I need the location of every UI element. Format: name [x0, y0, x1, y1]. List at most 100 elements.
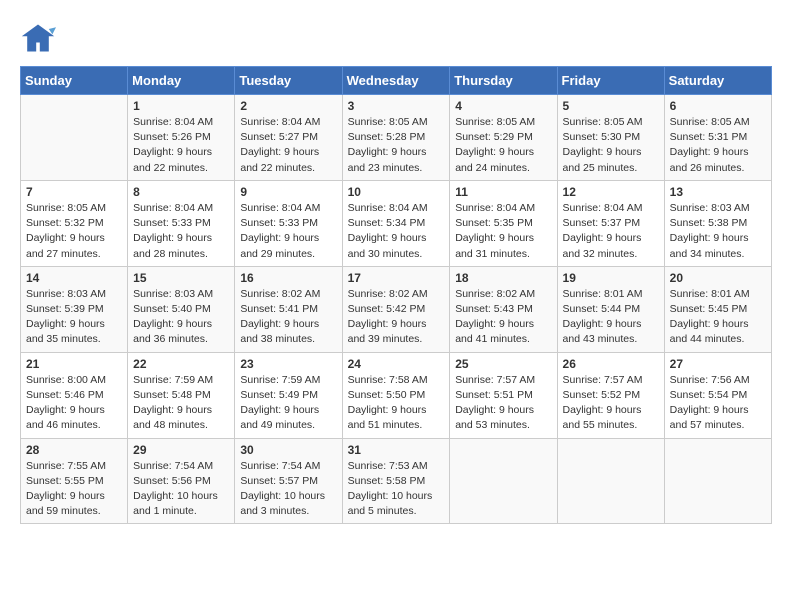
calendar-cell: 31 Sunrise: 7:53 AM Sunset: 5:58 PM Dayli…	[342, 438, 450, 524]
calendar-cell: 2 Sunrise: 8:04 AM Sunset: 5:27 PM Daylig…	[235, 95, 342, 181]
calendar-cell: 23 Sunrise: 7:59 AM Sunset: 5:49 PM Dayli…	[235, 352, 342, 438]
calendar-week-4: 21Sunrise: 8:00 AM Sunset: 5:46 PM Dayli…	[21, 352, 772, 438]
day-number: 6	[670, 99, 766, 113]
day-content: Sunrise: 7:57 AM Sunset: 5:52 PM Dayligh…	[563, 373, 659, 434]
day-number: 8	[133, 185, 229, 199]
day-content: Sunrise: 7:59 AM Sunset: 5:48 PM Dayligh…	[133, 373, 229, 434]
calendar-cell: 1Sunrise: 8:04 AM Sunset: 5:26 PM Daylig…	[128, 95, 235, 181]
calendar-week-1: 1Sunrise: 8:04 AM Sunset: 5:26 PM Daylig…	[21, 95, 772, 181]
day-number: 31	[348, 443, 445, 457]
day-content: Sunrise: 8:04 AM Sunset: 5:33 PM Dayligh…	[133, 201, 229, 262]
calendar-cell: 25Sunrise: 7:57 AM Sunset: 5:51 PM Dayli…	[450, 352, 557, 438]
calendar-cell: 14Sunrise: 8:03 AM Sunset: 5:39 PM Dayli…	[21, 266, 128, 352]
calendar-cell: 19Sunrise: 8:01 AM Sunset: 5:44 PM Dayli…	[557, 266, 664, 352]
logo	[20, 20, 60, 56]
day-number: 15	[133, 271, 229, 285]
day-content: Sunrise: 8:04 AM Sunset: 5:35 PM Dayligh…	[455, 201, 551, 262]
day-content: Sunrise: 8:04 AM Sunset: 5:33 PM Dayligh…	[240, 201, 336, 262]
day-content: Sunrise: 8:01 AM Sunset: 5:45 PM Dayligh…	[670, 287, 766, 348]
calendar-cell: 24 Sunrise: 7:58 AM Sunset: 5:50 PM Dayli…	[342, 352, 450, 438]
calendar-week-5: 28 Sunrise: 7:55 AM Sunset: 5:55 PM Dayli…	[21, 438, 772, 524]
day-content: Sunrise: 8:05 AM Sunset: 5:30 PM Dayligh…	[563, 115, 659, 176]
day-content: Sunrise: 8:03 AM Sunset: 5:38 PM Dayligh…	[670, 201, 766, 262]
day-content: Sunrise: 8:04 AM Sunset: 5:27 PM Dayligh…	[240, 115, 336, 176]
day-content: Sunrise: 7:58 AM Sunset: 5:50 PM Dayligh…	[348, 373, 445, 434]
col-header-friday: Friday	[557, 67, 664, 95]
calendar-cell: 16Sunrise: 8:02 AM Sunset: 5:41 PM Dayli…	[235, 266, 342, 352]
day-number: 17	[348, 271, 445, 285]
day-content: Sunrise: 7:57 AM Sunset: 5:51 PM Dayligh…	[455, 373, 551, 434]
col-header-thursday: Thursday	[450, 67, 557, 95]
calendar-cell: 7 Sunrise: 8:05 AM Sunset: 5:32 PM Daylig…	[21, 180, 128, 266]
day-number: 5	[563, 99, 659, 113]
day-number: 9	[240, 185, 336, 199]
day-number: 23	[240, 357, 336, 371]
col-header-saturday: Saturday	[664, 67, 771, 95]
day-number: 11	[455, 185, 551, 199]
calendar-cell	[664, 438, 771, 524]
calendar-cell: 12 Sunrise: 8:04 AM Sunset: 5:37 PM Dayli…	[557, 180, 664, 266]
calendar-cell: 3Sunrise: 8:05 AM Sunset: 5:28 PM Daylig…	[342, 95, 450, 181]
day-content: Sunrise: 7:54 AM Sunset: 5:56 PM Dayligh…	[133, 459, 229, 520]
day-content: Sunrise: 7:56 AM Sunset: 5:54 PM Dayligh…	[670, 373, 766, 434]
day-content: Sunrise: 8:05 AM Sunset: 5:32 PM Dayligh…	[26, 201, 122, 262]
day-content: Sunrise: 7:55 AM Sunset: 5:55 PM Dayligh…	[26, 459, 122, 520]
calendar-cell: 15 Sunrise: 8:03 AM Sunset: 5:40 PM Dayli…	[128, 266, 235, 352]
calendar-cell	[21, 95, 128, 181]
day-number: 29	[133, 443, 229, 457]
day-number: 28	[26, 443, 122, 457]
day-content: Sunrise: 8:04 AM Sunset: 5:34 PM Dayligh…	[348, 201, 445, 262]
day-number: 26	[563, 357, 659, 371]
day-number: 21	[26, 357, 122, 371]
calendar-cell: 6 Sunrise: 8:05 AM Sunset: 5:31 PM Daylig…	[664, 95, 771, 181]
col-header-tuesday: Tuesday	[235, 67, 342, 95]
calendar-header: SundayMondayTuesdayWednesdayThursdayFrid…	[21, 67, 772, 95]
day-content: Sunrise: 7:59 AM Sunset: 5:49 PM Dayligh…	[240, 373, 336, 434]
calendar-cell: 26 Sunrise: 7:57 AM Sunset: 5:52 PM Dayli…	[557, 352, 664, 438]
calendar-cell: 9 Sunrise: 8:04 AM Sunset: 5:33 PM Daylig…	[235, 180, 342, 266]
calendar-cell: 27 Sunrise: 7:56 AM Sunset: 5:54 PM Dayli…	[664, 352, 771, 438]
day-content: Sunrise: 8:02 AM Sunset: 5:43 PM Dayligh…	[455, 287, 551, 348]
day-content: Sunrise: 8:01 AM Sunset: 5:44 PM Dayligh…	[563, 287, 659, 348]
page-header	[20, 20, 772, 56]
calendar-cell	[557, 438, 664, 524]
day-content: Sunrise: 8:03 AM Sunset: 5:39 PM Dayligh…	[26, 287, 122, 348]
day-content: Sunrise: 7:54 AM Sunset: 5:57 PM Dayligh…	[240, 459, 336, 520]
col-header-wednesday: Wednesday	[342, 67, 450, 95]
calendar-cell: 5 Sunrise: 8:05 AM Sunset: 5:30 PM Daylig…	[557, 95, 664, 181]
day-number: 27	[670, 357, 766, 371]
day-content: Sunrise: 8:03 AM Sunset: 5:40 PM Dayligh…	[133, 287, 229, 348]
calendar-cell: 30 Sunrise: 7:54 AM Sunset: 5:57 PM Dayli…	[235, 438, 342, 524]
calendar-cell: 17Sunrise: 8:02 AM Sunset: 5:42 PM Dayli…	[342, 266, 450, 352]
col-header-sunday: Sunday	[21, 67, 128, 95]
calendar-cell: 10 Sunrise: 8:04 AM Sunset: 5:34 PM Dayli…	[342, 180, 450, 266]
day-content: Sunrise: 8:05 AM Sunset: 5:28 PM Dayligh…	[348, 115, 445, 176]
day-number: 16	[240, 271, 336, 285]
day-number: 20	[670, 271, 766, 285]
day-number: 24	[348, 357, 445, 371]
day-number: 18	[455, 271, 551, 285]
calendar-cell: 20 Sunrise: 8:01 AM Sunset: 5:45 PM Dayli…	[664, 266, 771, 352]
calendar-cell: 21Sunrise: 8:00 AM Sunset: 5:46 PM Dayli…	[21, 352, 128, 438]
day-content: Sunrise: 7:53 AM Sunset: 5:58 PM Dayligh…	[348, 459, 445, 520]
col-header-monday: Monday	[128, 67, 235, 95]
day-number: 7	[26, 185, 122, 199]
day-number: 13	[670, 185, 766, 199]
calendar-cell: 13 Sunrise: 8:03 AM Sunset: 5:38 PM Dayli…	[664, 180, 771, 266]
calendar-cell: 4 Sunrise: 8:05 AM Sunset: 5:29 PM Daylig…	[450, 95, 557, 181]
calendar-cell: 28 Sunrise: 7:55 AM Sunset: 5:55 PM Dayli…	[21, 438, 128, 524]
calendar-cell: 8 Sunrise: 8:04 AM Sunset: 5:33 PM Daylig…	[128, 180, 235, 266]
day-number: 4	[455, 99, 551, 113]
day-content: Sunrise: 8:04 AM Sunset: 5:37 PM Dayligh…	[563, 201, 659, 262]
day-content: Sunrise: 8:05 AM Sunset: 5:29 PM Dayligh…	[455, 115, 551, 176]
day-number: 30	[240, 443, 336, 457]
day-number: 12	[563, 185, 659, 199]
calendar-cell: 11 Sunrise: 8:04 AM Sunset: 5:35 PM Dayli…	[450, 180, 557, 266]
day-content: Sunrise: 8:05 AM Sunset: 5:31 PM Dayligh…	[670, 115, 766, 176]
day-number: 1	[133, 99, 229, 113]
day-number: 10	[348, 185, 445, 199]
calendar-cell: 22 Sunrise: 7:59 AM Sunset: 5:48 PM Dayli…	[128, 352, 235, 438]
day-number: 22	[133, 357, 229, 371]
calendar-table: SundayMondayTuesdayWednesdayThursdayFrid…	[20, 66, 772, 524]
day-number: 2	[240, 99, 336, 113]
